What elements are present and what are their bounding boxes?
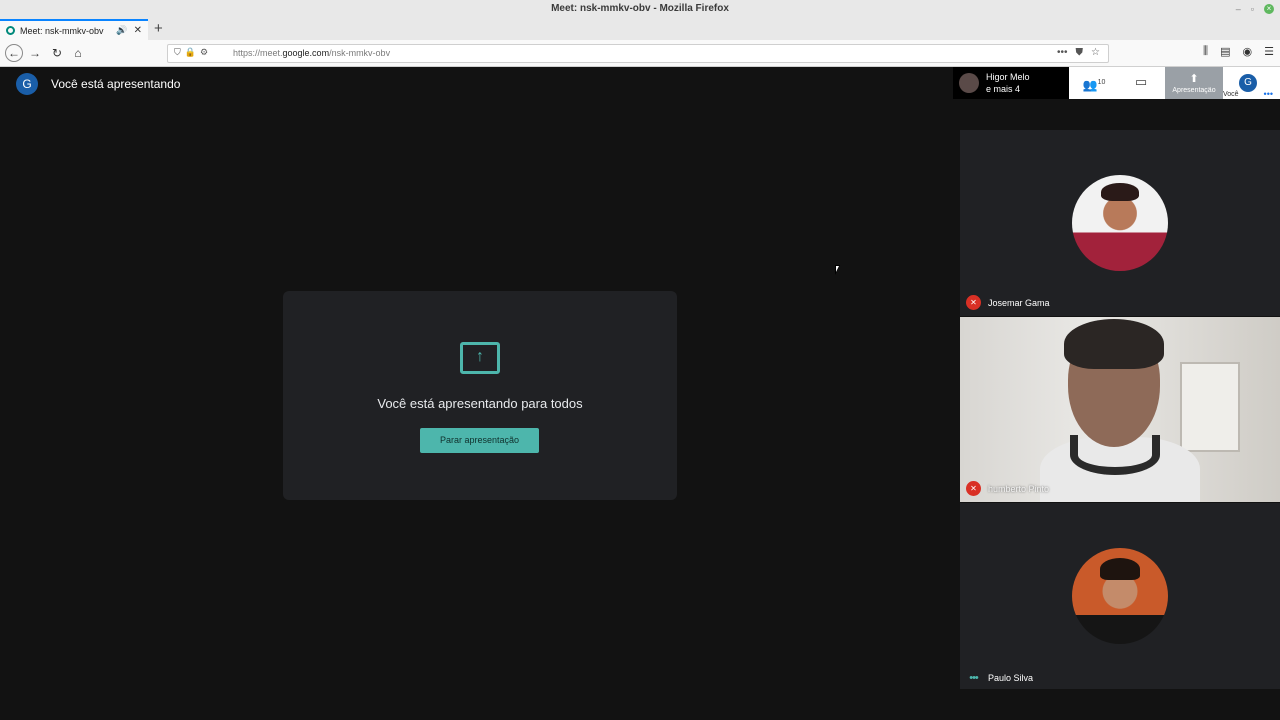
window-titlebar: Meet: nsk-mmkv-obv - Mozilla Firefox – ▫… bbox=[0, 0, 1280, 19]
new-tab-button[interactable]: + bbox=[154, 20, 163, 38]
video-person bbox=[1040, 317, 1200, 502]
participant-tile[interactable]: ✕ Josemar Gama bbox=[960, 130, 1280, 316]
owner-text: Higor Melo e mais 4 bbox=[986, 71, 1030, 95]
presenting-header: G Você está apresentando bbox=[16, 73, 180, 95]
mouse-cursor-icon bbox=[835, 265, 845, 275]
toolbar-right: ⫼ ▤ ◉ ☰ bbox=[1203, 45, 1274, 58]
participant-label: ✕ humberto Pinto bbox=[966, 481, 1049, 496]
url-actions: ••• ⛊ ☆ bbox=[1057, 47, 1100, 58]
window-controls: – ▫ × bbox=[1236, 3, 1274, 15]
self-label: Você bbox=[1223, 91, 1239, 98]
menu-icon[interactable]: ☰ bbox=[1264, 45, 1274, 58]
close-window-icon[interactable]: × bbox=[1264, 4, 1274, 14]
speaking-dots-icon: ••• bbox=[969, 672, 979, 684]
meet-page: G Você está apresentando ↑ Você está apr… bbox=[0, 67, 1280, 720]
stop-presenting-button[interactable]: Parar apresentação bbox=[420, 428, 539, 453]
present-icon: ⬆ bbox=[1189, 73, 1199, 85]
more-options-icon[interactable]: ••• bbox=[1264, 90, 1273, 99]
site-info-icons[interactable]: ⛉🔒⚙ bbox=[174, 47, 212, 58]
owner-more: e mais 4 bbox=[986, 84, 1021, 94]
participant-avatar bbox=[1072, 548, 1168, 644]
presentation-button[interactable]: ⬆ Apresentação bbox=[1165, 67, 1223, 99]
present-screen-icon: ↑ bbox=[460, 342, 500, 374]
participant-label: ✕ Josemar Gama bbox=[966, 295, 1050, 310]
library-icon[interactable]: ⫼ bbox=[1203, 45, 1208, 58]
participant-name: humberto Pinto bbox=[988, 483, 1050, 494]
sidebar-icon[interactable]: ▤ bbox=[1220, 45, 1230, 58]
tab-close-icon[interactable]: ✕ bbox=[134, 25, 142, 36]
owner-avatar bbox=[959, 73, 979, 93]
presenting-title: Você está apresentando bbox=[51, 77, 181, 91]
speaker-icon[interactable]: 🔊 bbox=[116, 25, 127, 36]
page-actions-icon[interactable]: ••• bbox=[1057, 47, 1068, 58]
forward-button[interactable]: → bbox=[27, 45, 43, 61]
back-button[interactable]: ← bbox=[5, 44, 23, 62]
navigation-toolbar: ← → ↻ ⌂ ⛉🔒⚙ https://meet.google.com/nsk-… bbox=[0, 40, 1280, 67]
chat-button[interactable]: ▭ bbox=[1129, 67, 1153, 99]
presenting-card: ↑ Você está apresentando para todos Para… bbox=[283, 291, 677, 500]
tab-strip: Meet: nsk-mmkv-obv 🔊 ✕ + bbox=[0, 19, 1280, 40]
people-count: 10 bbox=[1097, 79, 1106, 86]
tab-title: Meet: nsk-mmkv-obv bbox=[20, 25, 104, 36]
minimize-icon[interactable]: – bbox=[1236, 3, 1241, 15]
url-text[interactable]: https://meet.google.com/nsk-mmkv-obv bbox=[233, 48, 390, 58]
people-button[interactable]: 👥10 bbox=[1079, 67, 1109, 99]
home-button[interactable]: ⌂ bbox=[70, 45, 86, 61]
participant-name: Josemar Gama bbox=[988, 297, 1050, 308]
people-icon: 👥 bbox=[1082, 78, 1098, 92]
self-avatar: G bbox=[1239, 74, 1257, 92]
account-icon[interactable]: ◉ bbox=[1243, 45, 1253, 58]
user-avatar: G bbox=[16, 73, 38, 95]
window-title: Meet: nsk-mmkv-obv - Mozilla Firefox bbox=[551, 3, 729, 14]
participant-name: Paulo Silva bbox=[988, 673, 1034, 683]
meeting-controls: 👥10 ▭ ⬆ Apresentação G Você ••• bbox=[1069, 67, 1280, 99]
browser-tab[interactable]: Meet: nsk-mmkv-obv 🔊 ✕ bbox=[0, 19, 148, 40]
owner-name: Higor Melo bbox=[986, 72, 1030, 82]
url-bar[interactable]: ⛉🔒⚙ https://meet.google.com/nsk-mmkv-obv… bbox=[167, 44, 1109, 63]
self-view-button[interactable]: G Você ••• bbox=[1223, 67, 1273, 99]
participant-avatar bbox=[1072, 175, 1168, 271]
meeting-topbar: Higor Melo e mais 4 👥10 ▭ ⬆ Apresentação… bbox=[953, 67, 1280, 99]
bookmark-star-icon[interactable]: ☆ bbox=[1091, 47, 1100, 58]
participant-tile[interactable]: ••• Paulo Silva bbox=[960, 503, 1280, 689]
pocket-icon[interactable]: ⛊ bbox=[1076, 47, 1084, 58]
participant-tile[interactable]: ✕ humberto Pinto bbox=[960, 317, 1280, 502]
maximize-icon[interactable]: ▫ bbox=[1251, 3, 1254, 15]
reload-button[interactable]: ↻ bbox=[49, 45, 65, 61]
meeting-owner[interactable]: Higor Melo e mais 4 bbox=[953, 67, 1069, 99]
presenting-message: Você está apresentando para todos bbox=[377, 396, 583, 411]
chat-icon: ▭ bbox=[1134, 74, 1148, 89]
presentation-label: Apresentação bbox=[1172, 87, 1216, 94]
meet-favicon-icon bbox=[6, 26, 15, 35]
participant-label: ••• Paulo Silva bbox=[966, 672, 1034, 684]
mic-off-icon: ✕ bbox=[966, 481, 981, 496]
mic-off-icon: ✕ bbox=[966, 295, 981, 310]
